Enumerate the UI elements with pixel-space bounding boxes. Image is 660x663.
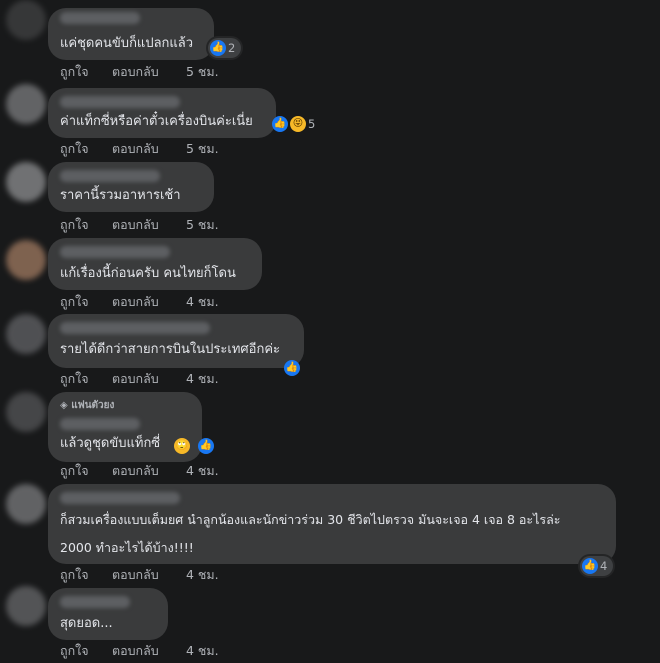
timestamp[interactable]: 5 ชม.	[186, 217, 219, 233]
comment-bubble: แค่ชุดคนขับก็แปลกแล้ว	[48, 8, 214, 60]
thumbs-up-icon: 👍	[582, 558, 598, 574]
timestamp[interactable]: 4 ชม.	[186, 567, 219, 583]
reply-link[interactable]: ตอบกลับ	[112, 567, 159, 583]
comment-bubble: ก็สวมเครื่องแบบเต็มยศ นำลูกน้องและนักข่า…	[48, 484, 616, 564]
like-link[interactable]: ถูกใจ	[60, 141, 89, 157]
eye-roll-emoji-icon: 🙄	[174, 438, 190, 454]
top-fan-badge: ◈ แฟนตัวยง	[60, 400, 115, 411]
emoji-inline: 🙄 👍	[172, 436, 222, 456]
thumbs-up-icon: 👍	[210, 40, 226, 56]
comment-bubble: แก้เรื่องนี้ก่อนครับ คนไทยก็โดน	[48, 238, 262, 290]
reply-link[interactable]: ตอบกลับ	[112, 141, 159, 157]
comment-text-line1: ก็สวมเครื่องแบบเต็มยศ นำลูกน้องและนักข่า…	[60, 512, 561, 527]
comment-text: แก้เรื่องนี้ก่อนครับ คนไทยก็โดน	[60, 266, 236, 281]
comment-text: ค่าแท็กซี่หรือค่าตั๋วเครื่องบินค่ะเนี่ย	[60, 114, 253, 129]
thumbs-up-icon: 👍	[284, 360, 300, 376]
reply-link[interactable]: ตอบกลับ	[112, 217, 159, 233]
comment-bubble: ราคานี้รวมอาหารเช้า	[48, 162, 214, 212]
reply-link[interactable]: ตอบกลับ	[112, 64, 159, 80]
avatar[interactable]	[6, 240, 46, 280]
commenter-name[interactable]	[60, 322, 210, 334]
like-link[interactable]: ถูกใจ	[60, 217, 89, 233]
comment-text: ราคานี้รวมอาหารเช้า	[60, 188, 181, 203]
comment-text: แล้วดูชุดขับแท็กซี่	[60, 436, 161, 451]
reply-link[interactable]: ตอบกลับ	[112, 294, 159, 310]
like-link[interactable]: ถูกใจ	[60, 463, 89, 479]
thumbs-up-icon: 👍	[272, 116, 288, 132]
avatar[interactable]	[6, 586, 46, 626]
reaction-summary[interactable]: 👍	[282, 358, 308, 378]
like-link[interactable]: ถูกใจ	[60, 643, 89, 659]
commenter-name[interactable]	[60, 96, 180, 108]
commenter-name[interactable]	[60, 12, 140, 24]
reaction-count: 4	[600, 559, 608, 573]
commenter-name[interactable]	[60, 492, 180, 504]
avatar[interactable]	[6, 84, 46, 124]
reaction-summary[interactable]: 👍 😝 5	[270, 114, 321, 134]
like-link[interactable]: ถูกใจ	[60, 371, 89, 387]
reaction-count: 5	[308, 117, 316, 131]
reaction-summary[interactable]: 👍 2	[208, 38, 242, 58]
avatar[interactable]	[6, 392, 46, 432]
commenter-name[interactable]	[60, 596, 130, 608]
comment-text: แค่ชุดคนขับก็แปลกแล้ว	[60, 36, 194, 51]
commenter-name[interactable]	[60, 246, 170, 258]
reply-link[interactable]: ตอบกลับ	[112, 371, 159, 387]
commenter-name[interactable]	[60, 170, 160, 182]
timestamp[interactable]: 4 ชม.	[186, 463, 219, 479]
like-link[interactable]: ถูกใจ	[60, 567, 89, 583]
comment-bubble: สุดยอด...	[48, 588, 168, 640]
avatar[interactable]	[6, 0, 46, 40]
avatar[interactable]	[6, 484, 46, 524]
comment-bubble: รายได้ดีกว่าสายการบินในประเทศอีกค่ะ	[48, 314, 304, 368]
thumbs-up-icon: 👍	[198, 438, 214, 454]
timestamp[interactable]: 5 ชม.	[186, 64, 219, 80]
comment-text: สุดยอด...	[60, 616, 113, 631]
reaction-summary[interactable]: 👍 4	[580, 556, 614, 576]
timestamp[interactable]: 4 ชม.	[186, 643, 219, 659]
like-link[interactable]: ถูกใจ	[60, 64, 89, 80]
comment-bubble: ค่าแท็กซี่หรือค่าตั๋วเครื่องบินค่ะเนี่ย	[48, 88, 276, 138]
timestamp[interactable]: 5 ชม.	[186, 141, 219, 157]
reply-link[interactable]: ตอบกลับ	[112, 643, 159, 659]
reaction-count: 2	[228, 41, 236, 55]
comment-text-line2: 2000 ทำอะไรได้บ้าง!!!!	[60, 540, 194, 555]
like-link[interactable]: ถูกใจ	[60, 294, 89, 310]
laughing-emoji-icon: 😝	[290, 116, 306, 132]
reply-link[interactable]: ตอบกลับ	[112, 463, 159, 479]
avatar[interactable]	[6, 314, 46, 354]
diamond-icon: ◈	[60, 400, 68, 411]
timestamp[interactable]: 4 ชม.	[186, 294, 219, 310]
comment-text: รายได้ดีกว่าสายการบินในประเทศอีกค่ะ	[60, 342, 281, 357]
commenter-name[interactable]	[60, 418, 140, 430]
avatar[interactable]	[6, 162, 46, 202]
timestamp[interactable]: 4 ชม.	[186, 371, 219, 387]
